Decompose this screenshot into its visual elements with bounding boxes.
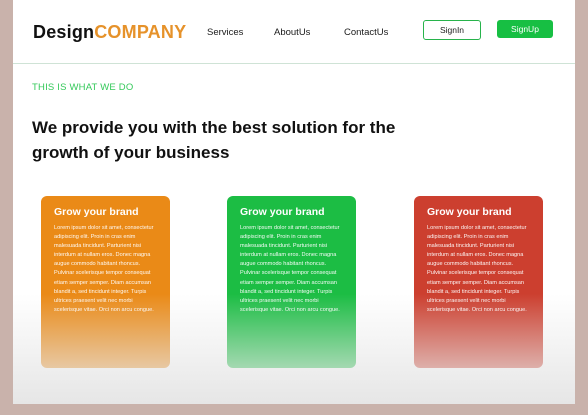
- nav-contact-us[interactable]: ContactUs: [344, 27, 388, 38]
- page-title: We provide you with the best solution fo…: [32, 118, 396, 162]
- card-body: Lorem ipsum dolor sit amet, consectetur …: [427, 225, 527, 313]
- logo[interactable]: DesignCOMPANY: [33, 22, 186, 43]
- card-title: Grow your brand: [54, 206, 139, 218]
- card-green: Grow your brand Lorem ipsum dolor sit am…: [227, 196, 356, 368]
- nav-about-us[interactable]: AboutUs: [274, 27, 310, 38]
- eyebrow-label: THIS IS WHAT WE DO: [32, 82, 134, 93]
- signin-button[interactable]: SignIn: [423, 20, 481, 40]
- header: DesignCOMPANY Services AboutUs ContactUs…: [13, 0, 575, 64]
- card-orange: Grow your brand Lorem ipsum dolor sit am…: [41, 196, 170, 368]
- card-title: Grow your brand: [240, 206, 325, 218]
- card-body: Lorem ipsum dolor sit amet, consectetur …: [240, 225, 340, 313]
- nav-services[interactable]: Services: [207, 27, 243, 38]
- card-body: Lorem ipsum dolor sit amet, consectetur …: [54, 225, 154, 313]
- landing-page: DesignCOMPANY Services AboutUs ContactUs…: [13, 0, 575, 404]
- card-title: Grow your brand: [427, 206, 512, 218]
- logo-part2: COMPANY: [94, 22, 187, 42]
- logo-part1: Design: [33, 22, 95, 42]
- signup-button[interactable]: SignUp: [497, 20, 553, 38]
- card-red: Grow your brand Lorem ipsum dolor sit am…: [414, 196, 543, 368]
